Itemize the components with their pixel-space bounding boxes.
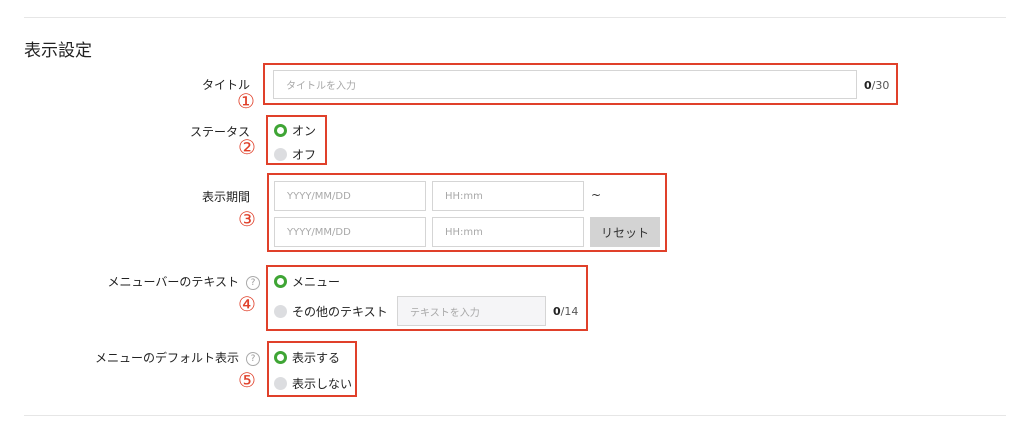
radio-checked-icon [274, 124, 287, 137]
end-time-input[interactable]: HH:mm [432, 217, 584, 247]
status-label: ステータス [189, 125, 250, 139]
top-divider [24, 17, 1006, 18]
menu-default-hide-label: 表示しない [292, 377, 353, 391]
end-date-input[interactable]: YYYY/MM/DD [274, 217, 426, 247]
bottom-divider [24, 415, 1006, 416]
status-on-radio[interactable]: オン [274, 122, 316, 139]
menu-default-show-label: 表示する [292, 351, 341, 365]
menubar-menu-label: メニュー [292, 275, 341, 289]
callout-number-4: ④ [238, 292, 256, 316]
period-label: 表示期間 [201, 190, 250, 204]
menubar-custom-text-input[interactable]: テキストを入力 [397, 296, 546, 326]
menubar-text-label: メニューバーのテキスト [107, 275, 239, 289]
menu-default-show-radio[interactable]: 表示する [274, 349, 340, 366]
radio-checked-icon [274, 275, 287, 288]
title-label: タイトル [201, 78, 250, 92]
help-icon[interactable]: ? [246, 275, 260, 290]
radio-unchecked-icon [274, 305, 287, 318]
callout-number-3: ③ [238, 207, 256, 231]
start-date-input[interactable]: YYYY/MM/DD [274, 181, 426, 211]
radio-unchecked-icon [274, 148, 287, 161]
status-on-label: オン [292, 124, 317, 138]
menubar-text-label-row: メニューバーのテキスト? [60, 273, 260, 290]
start-time-input[interactable]: HH:mm [432, 181, 584, 211]
menubar-menu-radio[interactable]: メニュー [274, 273, 340, 290]
title-char-counter: 0/30 [864, 79, 890, 92]
status-off-label: オフ [292, 148, 317, 162]
reset-button[interactable]: リセット [590, 217, 660, 247]
callout-number-2: ② [238, 135, 256, 159]
title-input[interactable]: タイトルを入力 [273, 70, 857, 99]
period-separator: ~ [591, 188, 602, 202]
callout-number-1: ① [237, 89, 255, 113]
status-off-radio[interactable]: オフ [274, 146, 316, 163]
menubar-other-label: その他のテキスト [292, 305, 388, 319]
menubar-char-counter: 0/14 [553, 305, 579, 318]
menu-default-hide-radio[interactable]: 表示しない [274, 375, 352, 392]
menu-default-label-row: メニューのデフォルト表示? [40, 349, 260, 366]
section-title: 表示設定 [24, 41, 92, 61]
menu-default-label: メニューのデフォルト表示 [94, 351, 239, 365]
help-icon[interactable]: ? [246, 351, 260, 366]
callout-number-5: ⑤ [238, 368, 256, 392]
menubar-other-radio[interactable]: その他のテキスト [274, 303, 388, 320]
radio-unchecked-icon [274, 377, 287, 390]
radio-checked-icon [274, 351, 287, 364]
